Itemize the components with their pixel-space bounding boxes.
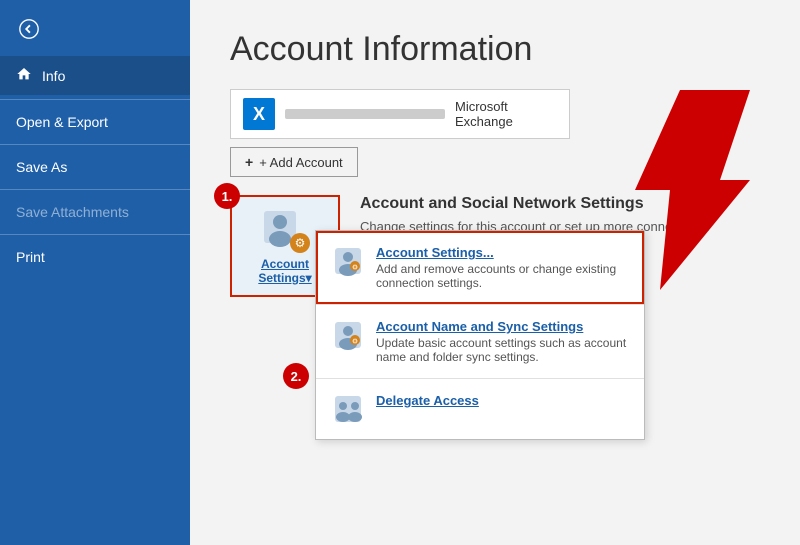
dropdown-item-3-icon: [332, 393, 364, 425]
sidebar-divider-4: [0, 234, 190, 235]
add-account-button[interactable]: + + Add Account: [230, 147, 358, 177]
svg-text:⚙: ⚙: [352, 264, 358, 272]
sidebar-item-save-attachments: Save Attachments: [0, 194, 190, 230]
sidebar: Info Open & Export Save As Save Attachme…: [0, 0, 190, 545]
main-content: Account Information X Microsoft Exchange…: [190, 0, 800, 545]
sidebar-item-save-attachments-label: Save Attachments: [16, 204, 129, 220]
dropdown-item-delegate[interactable]: Delegate Access: [316, 379, 644, 439]
account-type-label: Microsoft Exchange: [455, 99, 557, 129]
dropdown-item-2-title: Account Name and Sync Settings: [376, 319, 628, 334]
dropdown-item-name-sync[interactable]: ⚙ Account Name and Sync Settings Update …: [316, 305, 644, 378]
dropdown-item-3-text: Delegate Access: [376, 393, 479, 408]
sidebar-item-open-export[interactable]: Open & Export: [0, 104, 190, 140]
sidebar-divider-2: [0, 144, 190, 145]
sidebar-item-save-as-label: Save As: [16, 159, 67, 175]
page-title: Account Information: [230, 30, 760, 69]
account-bar: X Microsoft Exchange: [230, 89, 570, 139]
back-button[interactable]: [6, 6, 52, 52]
account-email-bar: [285, 109, 445, 119]
dropdown-menu: ⚙ Account Settings... Add and remove acc…: [315, 230, 645, 440]
dropdown-item-2-desc: Update basic account settings such as ac…: [376, 336, 628, 364]
exchange-icon-letter: X: [253, 104, 265, 125]
dropdown-item-1-icon: ⚙: [332, 245, 364, 277]
gear-icon: ⚙: [295, 236, 306, 250]
step2-badge: 2.: [283, 363, 309, 389]
dropdown-item-3-title: Delegate Access: [376, 393, 479, 408]
sidebar-item-print-label: Print: [16, 249, 45, 265]
sidebar-item-info[interactable]: Info: [0, 56, 190, 95]
dropdown-item-2-text: Account Name and Sync Settings Update ba…: [376, 319, 628, 364]
sidebar-divider-3: [0, 189, 190, 190]
sidebar-item-save-as[interactable]: Save As: [0, 149, 190, 185]
dropdown-item-account-settings[interactable]: ⚙ Account Settings... Add and remove acc…: [316, 231, 644, 304]
info-panel-title: Account and Social Network Settings: [360, 195, 760, 213]
sidebar-divider-1: [0, 99, 190, 100]
account-settings-icon-container: ⚙: [260, 207, 310, 253]
sidebar-nav: Info Open & Export Save As Save Attachme…: [0, 56, 190, 545]
add-account-label: + Add Account: [259, 155, 342, 170]
account-email-placeholder: [285, 109, 445, 119]
account-gear-badge: ⚙: [290, 233, 310, 253]
svg-text:⚙: ⚙: [352, 338, 358, 346]
sidebar-item-info-label: Info: [42, 68, 65, 84]
sidebar-item-open-export-label: Open & Export: [16, 114, 108, 130]
name-sync-icon: ⚙: [333, 320, 363, 350]
sidebar-item-print[interactable]: Print: [0, 239, 190, 275]
home-icon: [16, 66, 32, 85]
dropdown-item-1-text: Account Settings... Add and remove accou…: [376, 245, 628, 290]
plus-icon: +: [245, 154, 253, 170]
dropdown-item-1-title: Account Settings...: [376, 245, 628, 260]
exchange-icon: X: [243, 98, 275, 130]
account-settings-menu-icon: ⚙: [333, 246, 363, 276]
delegate-icon: [333, 394, 363, 424]
account-settings-label: AccountSettings▾: [258, 257, 311, 285]
dropdown-item-2-icon: ⚙: [332, 319, 364, 351]
step1-badge: 1.: [214, 183, 240, 209]
dropdown-item-1-desc: Add and remove accounts or change existi…: [376, 262, 628, 290]
